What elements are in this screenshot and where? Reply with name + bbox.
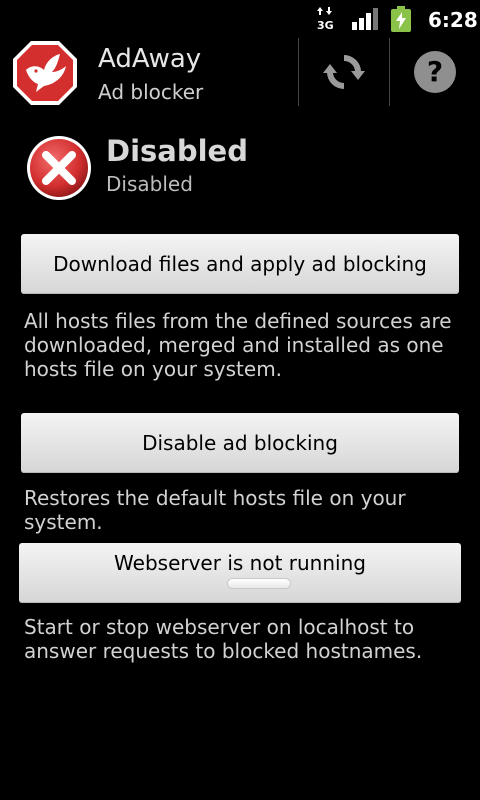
help-button[interactable]: ? — [390, 38, 480, 106]
webserver-description: Start or stop webserver on localhost to … — [24, 615, 423, 663]
refresh-button[interactable] — [299, 38, 389, 106]
revert-button[interactable]: Disable ad blocking — [21, 413, 459, 473]
signal-icon — [352, 8, 378, 30]
revert-description: Restores the default hosts file on your … — [24, 486, 406, 534]
svg-text:?: ? — [427, 55, 443, 88]
apply-description: All hosts files from the defined sources… — [24, 309, 452, 381]
apply-button[interactable]: Download files and apply ad blocking — [21, 234, 459, 294]
adaway-dove-logo-icon — [13, 41, 77, 105]
app-title: AdAway — [98, 44, 202, 74]
clock: 6:28 — [428, 8, 478, 32]
webserver-toggle-label: Webserver is not running — [114, 551, 366, 575]
app-subtitle: Ad blocker — [98, 80, 204, 104]
network-3g-icon: 3G — [317, 7, 334, 31]
help-icon: ? — [414, 51, 456, 93]
battery-charging-icon — [391, 6, 411, 32]
status-bar: 3G 6:28 — [0, 0, 480, 38]
webserver-toggle-button[interactable]: Webserver is not running — [19, 543, 461, 603]
refresh-icon — [323, 54, 365, 90]
status-subtitle: Disabled — [106, 172, 193, 196]
status-title: Disabled — [106, 134, 248, 168]
toggle-indicator — [228, 579, 290, 588]
svg-text:3G: 3G — [317, 19, 334, 31]
disabled-x-icon — [27, 136, 91, 200]
action-bar: AdAway Ad blocker ? — [0, 38, 480, 106]
